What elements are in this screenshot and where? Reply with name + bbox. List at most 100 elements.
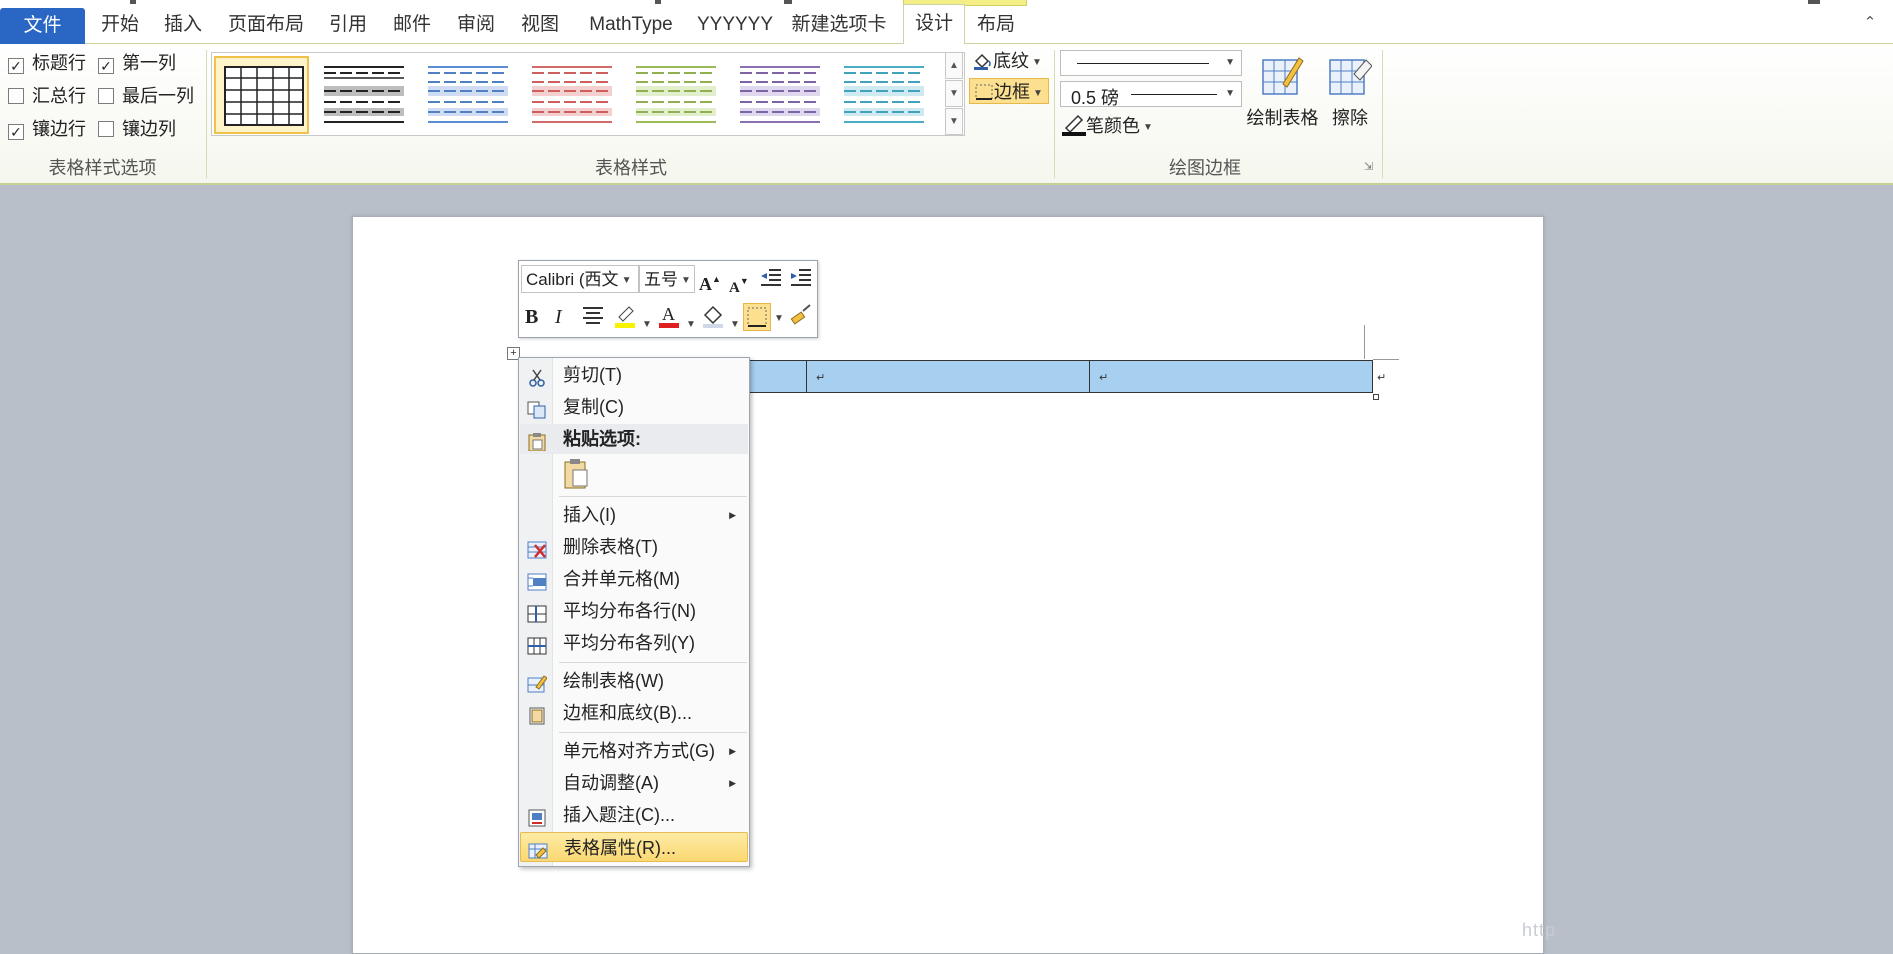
- title-bar-fragment: [655, 0, 661, 4]
- header-row-option[interactable]: ✓ 标题行: [8, 50, 86, 76]
- checkbox-icon[interactable]: [98, 121, 114, 137]
- copy-icon: [527, 398, 547, 419]
- checkbox-icon[interactable]: [8, 88, 24, 104]
- first-column-option[interactable]: ✓ 第一列: [98, 50, 176, 76]
- tab-insert[interactable]: 插入: [155, 6, 211, 44]
- table-column-border: [806, 361, 807, 392]
- draw-table-icon: [1261, 54, 1305, 98]
- tab-references[interactable]: 引用: [320, 6, 376, 44]
- border-dropdown-icon[interactable]: ▼: [743, 303, 785, 331]
- menu-item-insert-caption[interactable]: 插入题注(C)...: [520, 800, 748, 830]
- dropdown-arrow-icon: ▼: [681, 275, 691, 286]
- checkbox-checked-icon[interactable]: ✓: [98, 58, 114, 74]
- paint-bucket-icon: [973, 51, 993, 70]
- menu-item-borders-shading[interactable]: 边框和底纹(B)...: [520, 698, 748, 728]
- menu-item-merge-cells[interactable]: 合并单元格(M): [520, 564, 748, 594]
- center-align-icon[interactable]: [581, 303, 607, 331]
- submenu-arrow-icon: ▶: [729, 510, 736, 520]
- table-style-blue[interactable]: [420, 56, 515, 134]
- eraser-button[interactable]: 擦除: [1315, 54, 1385, 130]
- highlight-color-icon[interactable]: ▼: [613, 303, 653, 331]
- dropdown-arrow-icon: ▼: [1225, 57, 1235, 68]
- line-weight-value: 0.5 磅: [1071, 88, 1120, 108]
- group-separator: [1382, 50, 1383, 178]
- cell-end-mark-icon: ↵: [816, 372, 826, 384]
- menu-item-distribute-columns[interactable]: 平均分布各列(Y): [520, 628, 748, 658]
- table-style-green[interactable]: [628, 56, 723, 134]
- tab-mailings[interactable]: 邮件: [384, 6, 440, 44]
- grow-font-icon[interactable]: A▲: [699, 265, 723, 294]
- decrease-indent-icon[interactable]: [759, 265, 785, 293]
- tab-file[interactable]: 文件: [0, 8, 85, 44]
- paste-keep-formatting-icon[interactable]: [563, 458, 591, 490]
- line-style-dropdown[interactable]: ▼: [1060, 50, 1242, 76]
- draw-table-icon: [527, 672, 548, 693]
- line-weight-dropdown[interactable]: 0.5 磅 ▼: [1060, 81, 1242, 108]
- bold-icon[interactable]: B: [525, 303, 547, 331]
- menu-item-table-properties[interactable]: 表格属性(R)...: [520, 832, 748, 862]
- table-resize-handle[interactable]: [1373, 394, 1379, 400]
- dropdown-arrow-icon: ▼: [686, 319, 696, 330]
- ribbon-tab-bar: 文件 开始 插入 页面布局 引用 邮件 审阅 视图 MathType YYYYY…: [0, 0, 1893, 44]
- dropdown-arrow-icon: ▼: [642, 319, 652, 330]
- pen-color-button[interactable]: 笔颜色 ▼: [1062, 113, 1162, 139]
- last-column-option[interactable]: 最后一列: [98, 83, 194, 109]
- shading-button[interactable]: 底纹 ▼: [969, 48, 1051, 74]
- total-row-option[interactable]: 汇总行: [8, 83, 86, 109]
- cell-end-mark-icon: ↵: [1099, 372, 1109, 384]
- format-painter-icon[interactable]: [789, 303, 815, 331]
- font-size-combo[interactable]: 五号 ▼: [639, 265, 695, 293]
- italic-icon[interactable]: I: [555, 303, 573, 331]
- eraser-icon: [1328, 54, 1373, 98]
- context-menu: 剪切(T) 复制(C) 粘贴选项: 插入(I) ▶ 删除表格(T) 合并单元格(…: [518, 357, 750, 867]
- font-color-icon[interactable]: A ▼: [657, 303, 697, 331]
- table-style-grid[interactable]: [214, 56, 309, 134]
- tab-review[interactable]: 审阅: [448, 6, 504, 44]
- title-bar-fragment: [784, 0, 792, 4]
- checkbox-checked-icon[interactable]: ✓: [8, 58, 24, 74]
- table-style-aqua[interactable]: [836, 56, 931, 134]
- delete-table-icon: [527, 538, 547, 559]
- clipboard-icon: [527, 430, 547, 452]
- tab-page-layout[interactable]: 页面布局: [220, 6, 312, 44]
- collapse-ribbon-icon[interactable]: ⌃: [1861, 14, 1879, 32]
- banded-rows-option[interactable]: ✓ 镶边行: [8, 116, 86, 142]
- menu-item-copy[interactable]: 复制(C): [520, 392, 748, 422]
- increase-indent-icon[interactable]: [789, 265, 815, 293]
- shading-color-icon[interactable]: ▼: [701, 303, 741, 331]
- tab-home[interactable]: 开始: [92, 6, 148, 44]
- menu-item-cell-alignment[interactable]: 单元格对齐方式(G) ▶: [520, 736, 748, 766]
- menu-item-distribute-rows[interactable]: 平均分布各行(N): [520, 596, 748, 626]
- table-style-purple[interactable]: [732, 56, 827, 134]
- checkbox-checked-icon[interactable]: ✓: [8, 124, 24, 140]
- table-style-plain-black[interactable]: [316, 56, 411, 134]
- banded-columns-option[interactable]: 镶边列: [98, 116, 176, 142]
- menu-item-delete-table[interactable]: 删除表格(T): [520, 532, 748, 562]
- menu-item-cut[interactable]: 剪切(T): [520, 360, 748, 390]
- checkbox-icon[interactable]: [98, 88, 114, 104]
- menu-item-autofit[interactable]: 自动调整(A) ▶: [520, 768, 748, 798]
- borders-button[interactable]: 边框 ▼: [969, 78, 1049, 104]
- shrink-font-icon[interactable]: A▼: [729, 267, 753, 296]
- menu-item-draw-table[interactable]: 绘制表格(W): [520, 666, 748, 696]
- tab-mathtype[interactable]: MathType: [576, 6, 686, 44]
- draw-table-button[interactable]: 绘制表格: [1245, 54, 1320, 130]
- table-properties-icon: [528, 839, 548, 859]
- insert-caption-icon: [527, 806, 547, 827]
- menu-separator: [559, 496, 747, 497]
- tab-layout[interactable]: 布局: [968, 6, 1024, 44]
- table-style-red[interactable]: [524, 56, 619, 134]
- dropdown-arrow-icon: ▼: [1033, 88, 1043, 99]
- gallery-scroll-up-icon[interactable]: ▲: [945, 52, 963, 79]
- group-separator: [206, 50, 207, 178]
- menu-separator: [559, 732, 747, 733]
- dialog-launcher-icon[interactable]: ⇲: [1364, 160, 1373, 173]
- font-name-combo[interactable]: Calibri (西文 ▼: [521, 265, 639, 293]
- tab-yyyyyy[interactable]: YYYYYY: [694, 6, 776, 44]
- gallery-scroll-down-icon[interactable]: ▼: [945, 80, 963, 107]
- gallery-more-icon[interactable]: ▼: [945, 108, 963, 135]
- tab-view[interactable]: 视图: [512, 6, 568, 44]
- tab-design[interactable]: 设计: [903, 4, 965, 44]
- tab-new-tab[interactable]: 新建选项卡: [784, 6, 894, 44]
- menu-item-insert[interactable]: 插入(I) ▶: [520, 500, 748, 530]
